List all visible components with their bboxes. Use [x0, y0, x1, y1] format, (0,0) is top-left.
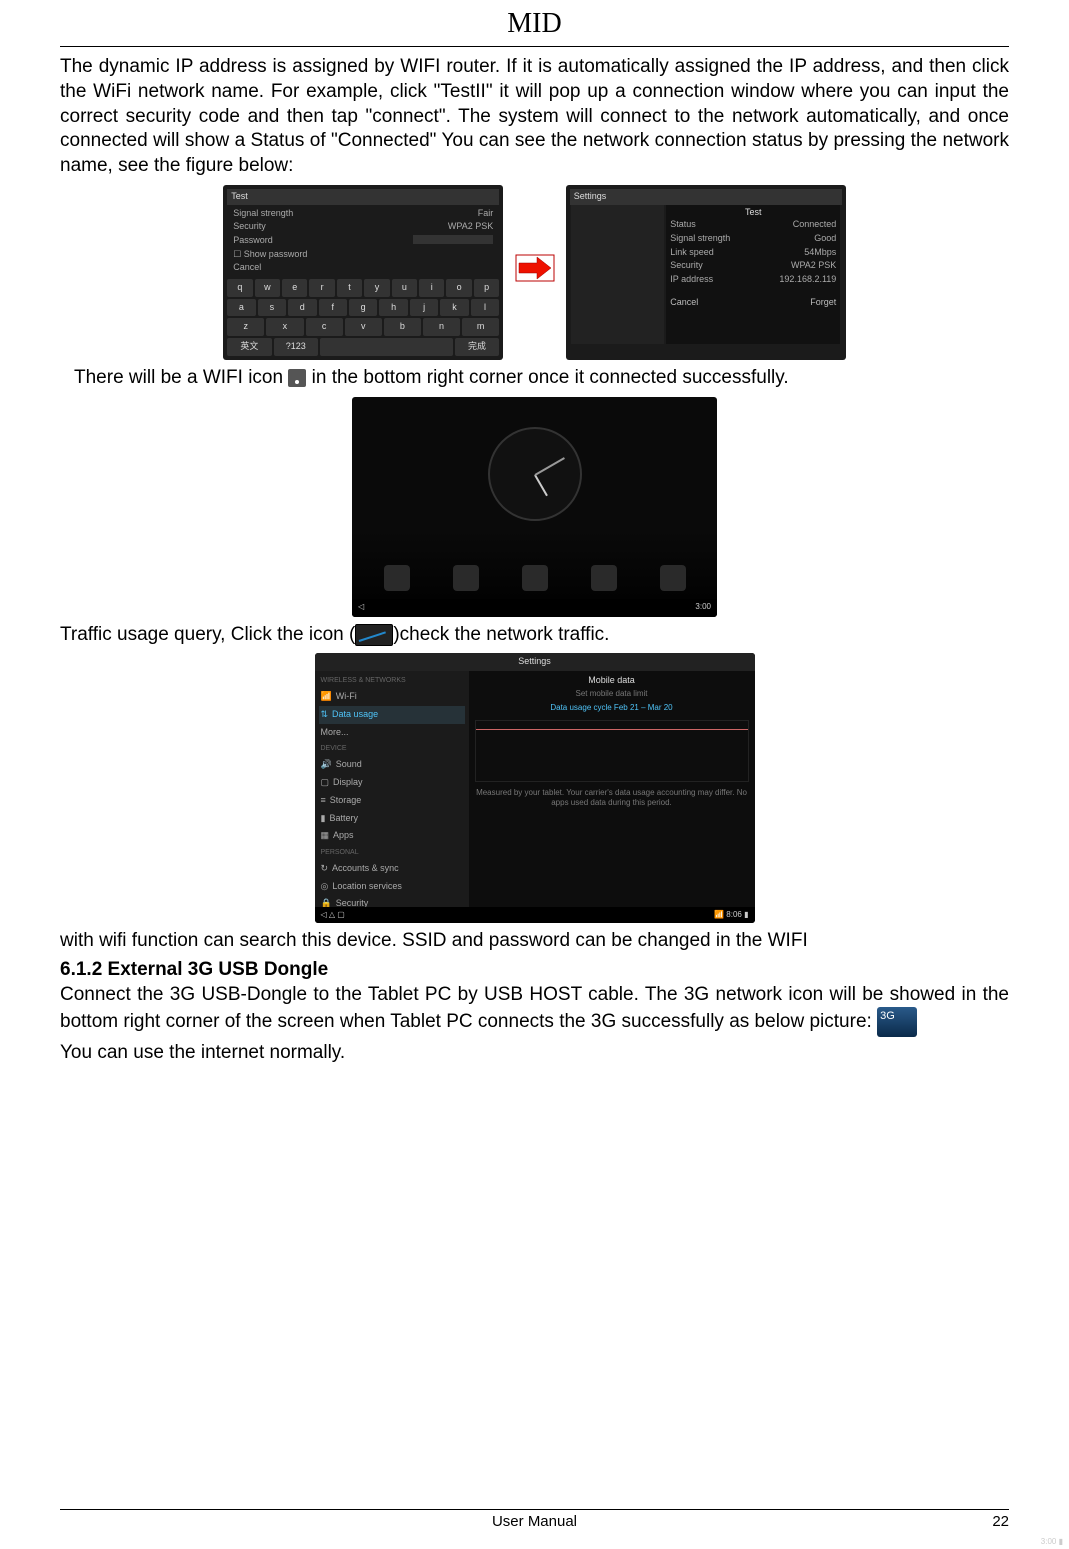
sidebar-section-device: DEVICE — [319, 741, 465, 756]
app-icon-3[interactable] — [522, 565, 548, 591]
sidebar-item-datausage[interactable]: ⇅Data usage — [319, 706, 465, 724]
sidebar-item-sound[interactable]: 🔊Sound — [319, 756, 465, 774]
sidebar-item-accounts[interactable]: ↻Accounts & sync — [319, 860, 465, 878]
text-traffic-b: )check the network traffic. — [393, 624, 609, 645]
sidebar-item-wifi[interactable]: 📶Wi-Fi — [319, 688, 465, 706]
keyboard-row-2[interactable]: asdfghjkl — [227, 299, 499, 317]
text-wifi-icon-a: There will be a WIFI icon — [74, 367, 288, 388]
figure-home-screen: ◁ 3:00 — [60, 397, 1009, 617]
label-signal: Signal strength — [233, 208, 293, 220]
app-icon-1[interactable] — [384, 565, 410, 591]
app-icon-2[interactable] — [453, 565, 479, 591]
value-ip: 192.168.2.119 — [779, 274, 836, 286]
sidebar-item-apps[interactable]: ▦Apps — [319, 827, 465, 845]
figure-wifi-connect: Test Signal strength Fair Security WPA2 PS… — [60, 185, 1009, 360]
label-ip: IP address — [670, 274, 713, 286]
paragraph-3g: Connect the 3G USB-Dongle to the Tablet … — [60, 983, 1009, 1038]
wifi-status-icon: 📶 — [714, 910, 724, 919]
header-rule — [60, 46, 1009, 47]
sidebar-section-personal: PERSONAL — [319, 845, 465, 860]
dialog-title-right: Test — [670, 207, 836, 219]
password-input[interactable] — [413, 235, 493, 244]
value-signal: Fair — [478, 208, 494, 220]
home-navbar: ◁ 3:00 — [352, 599, 717, 617]
value-status: Connected — [793, 219, 837, 231]
sidebar-item-location[interactable]: ◎Location services — [319, 878, 465, 896]
heading-612: 6.1.2 External 3G USB Dongle — [60, 958, 1009, 983]
app-icon-4[interactable] — [591, 565, 617, 591]
label-linkspeed: Link speed — [670, 247, 714, 259]
footer-page-number: 22 — [992, 1512, 1009, 1532]
screenshot-wifi-status: Settings Test StatusConnected Signal str… — [566, 185, 846, 360]
sidebar-section-wireless: WIRELESS & NETWORKS — [319, 673, 465, 688]
arrow-icon — [515, 254, 555, 290]
nav-back-icon-2[interactable]: ◁ △ ▢ — [321, 910, 345, 920]
keyboard-row-4[interactable]: 英文?123完成 — [227, 338, 499, 356]
label-security: Security — [233, 221, 266, 233]
settings-navbar: ◁ △ ▢ 📶 8:06 ▮ — [315, 907, 755, 923]
content-header: Mobile data — [475, 675, 749, 687]
statusbar-time: 3:00 ▮ — [1041, 1537, 1063, 1547]
content-subheader: Set mobile data limit — [475, 689, 749, 699]
3g-icon — [877, 1007, 917, 1037]
value-linkspeed: 54Mbps — [804, 247, 836, 259]
screenshot-wifi-password: Test Signal strength Fair Security WPA2 PS… — [223, 185, 503, 360]
paragraph-wifi-icon: There will be a WIFI icon in the bottom … — [60, 366, 1009, 391]
value-security: WPA2 PSK — [448, 221, 493, 233]
wifi-icon — [288, 369, 306, 387]
cancel-button[interactable]: Cancel — [233, 262, 261, 274]
paragraph-ssid: with wifi function can search this devic… — [60, 929, 1009, 954]
label-signal-r: Signal strength — [670, 233, 730, 245]
settings-content: Mobile data Set mobile data limit Data u… — [469, 671, 755, 907]
paragraph-traffic: Traffic usage query, Click the icon ( )ch… — [60, 623, 1009, 648]
content-note: Measured by your tablet. Your carrier's … — [475, 788, 749, 809]
text-traffic-a: Traffic usage query, Click the icon ( — [60, 624, 355, 645]
app-icon-5[interactable] — [660, 565, 686, 591]
label-security-r: Security — [670, 260, 703, 272]
cancel-button-r[interactable]: Cancel — [670, 297, 698, 309]
forget-button[interactable]: Forget — [810, 297, 836, 309]
keyboard-row-3[interactable]: zxcvbnm — [227, 318, 499, 336]
header-title: MID — [60, 6, 1009, 42]
page-footer: User Manual 22 — [60, 1509, 1009, 1532]
screenshot-data-usage: Settings WIRELESS & NETWORKS 📶Wi-Fi ⇅Dat… — [315, 653, 755, 923]
nav-back-icon[interactable]: ◁ — [358, 602, 364, 612]
settings-sidebar: WIRELESS & NETWORKS 📶Wi-Fi ⇅Data usage M… — [315, 671, 469, 907]
text-3g-body: Connect the 3G USB-Dongle to the Tablet … — [60, 984, 1009, 1033]
label-status: Status — [670, 219, 696, 231]
sidebar-item-battery[interactable]: ▮Battery — [319, 810, 465, 828]
paragraph-intro: The dynamic IP address is assigned by WI… — [60, 55, 1009, 178]
dialog-title: Test — [231, 191, 248, 203]
figure-data-usage: Settings WIRELESS & NETWORKS 📶Wi-Fi ⇅Dat… — [60, 653, 1009, 923]
checkbox-show-password[interactable]: Show password — [244, 249, 308, 259]
screenshot-home: ◁ 3:00 — [352, 397, 717, 617]
data-usage-chart — [475, 720, 749, 782]
clock-widget — [488, 427, 582, 521]
sidebar-item-storage[interactable]: ≡Storage — [319, 792, 465, 810]
statusbar-time-settings: 8:06 — [726, 910, 742, 919]
statusbar-time-home: 3:00 — [695, 602, 711, 612]
sidebar-item-display[interactable]: ▢Display — [319, 774, 465, 792]
label-password: Password — [233, 235, 273, 247]
data-usage-icon — [355, 624, 393, 646]
settings-title: Settings — [315, 653, 755, 671]
text-wifi-icon-b: in the bottom right corner once it conne… — [312, 367, 789, 388]
paragraph-internet: You can use the internet normally. — [60, 1041, 1009, 1066]
footer-center: User Manual — [492, 1512, 577, 1532]
home-app-row — [362, 565, 707, 591]
data-cycle[interactable]: Data usage cycle Feb 21 – Mar 20 — [475, 703, 749, 713]
value-security-r: WPA2 PSK — [791, 260, 836, 272]
sidebar-item-more[interactable]: More... — [319, 724, 465, 742]
value-signal-r: Good — [814, 233, 836, 245]
keyboard-row-1[interactable]: qwertyuiop — [227, 279, 499, 297]
